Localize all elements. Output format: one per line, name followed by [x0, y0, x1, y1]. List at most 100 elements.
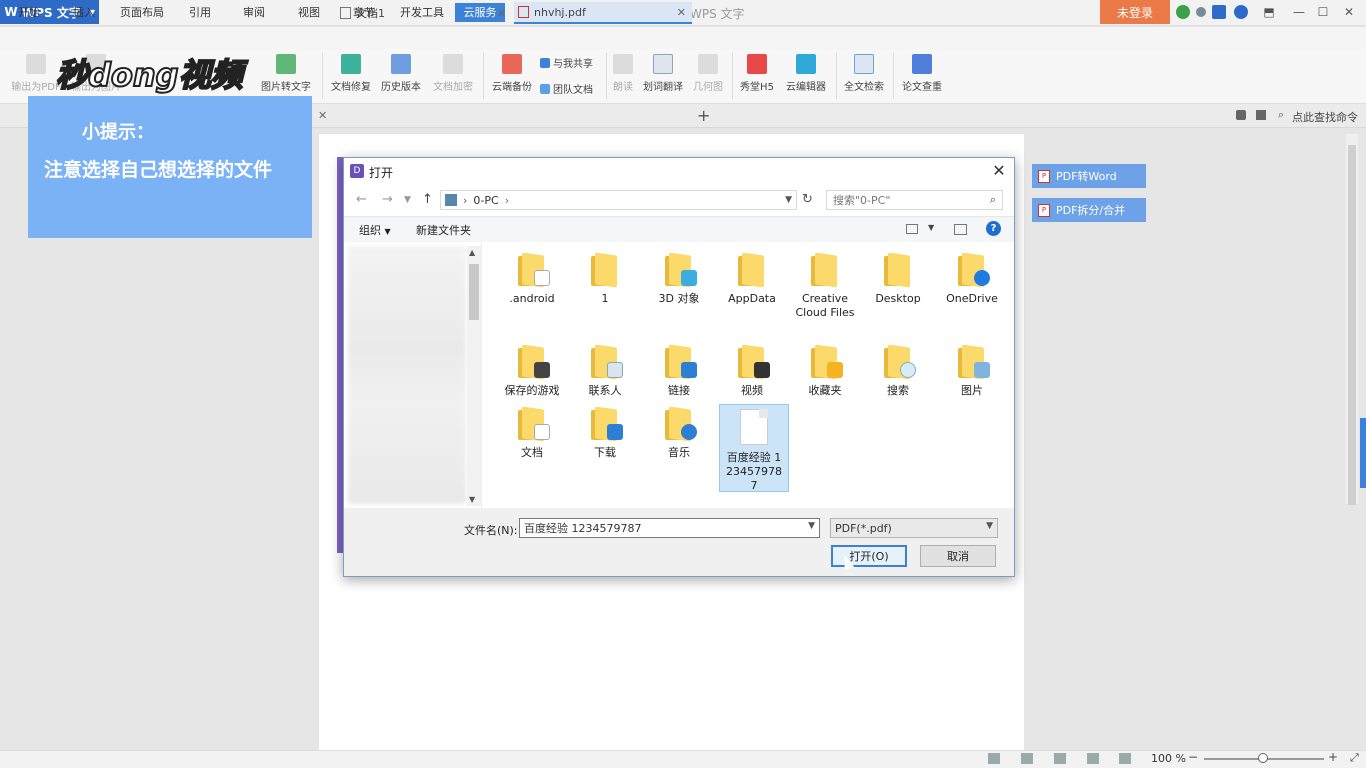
- page-view-icon[interactable]: [1021, 753, 1033, 764]
- folder-links[interactable]: 链接: [644, 344, 714, 398]
- folder-3d-objects[interactable]: 3D 对象: [644, 252, 714, 306]
- encrypt-button[interactable]: 文档加密: [430, 51, 476, 93]
- menu-review[interactable]: 审阅: [236, 3, 272, 22]
- folder-downloads[interactable]: 下载: [570, 406, 640, 460]
- image-to-text-button[interactable]: 图片转文字: [256, 51, 316, 93]
- close-tab-icon[interactable]: ✕: [677, 6, 686, 19]
- ribbon-separator: [893, 53, 894, 99]
- folder-saved-games[interactable]: 保存的游戏: [497, 344, 567, 398]
- file-baidu-jingyan[interactable]: 百度经验 1234579787: [719, 404, 789, 492]
- folder-1[interactable]: 1: [570, 252, 640, 306]
- view-dropdown-icon[interactable]: ▼: [928, 223, 934, 232]
- translate-button[interactable]: 划词翻译: [640, 51, 686, 93]
- ribbon-separator: [606, 53, 607, 99]
- search-input[interactable]: 搜索"0-PC" ⌕: [826, 190, 1003, 210]
- back-arrow-icon[interactable]: ←: [356, 192, 367, 207]
- zoom-in-icon[interactable]: +: [1328, 750, 1338, 764]
- close-tab-icon[interactable]: ✕: [318, 109, 327, 122]
- chevron-down-icon[interactable]: ▼: [808, 521, 815, 531]
- menu-layout[interactable]: 页面布局: [116, 3, 168, 22]
- refresh-icon[interactable]: ↻: [802, 192, 813, 207]
- folder-creative-cloud[interactable]: Creative Cloud Files: [790, 252, 860, 320]
- cloud-backup-button[interactable]: 云端备份: [488, 51, 536, 93]
- zoom-level[interactable]: 100 %: [1151, 752, 1186, 765]
- close-tab-icon[interactable]: ✕: [497, 7, 506, 20]
- cloud-sync-icon[interactable]: [1212, 5, 1226, 19]
- tab-document1[interactable]: 文档1 ✕: [336, 2, 512, 24]
- shared-with-me-button[interactable]: 与我共享: [540, 55, 593, 70]
- menu-insert[interactable]: 插入: [66, 3, 102, 22]
- pdf-to-word-button[interactable]: P PDF转Word: [1032, 164, 1146, 188]
- folder-favorites[interactable]: 收藏夹: [790, 344, 860, 398]
- folder-onedrive[interactable]: OneDrive: [937, 252, 1007, 306]
- history-button[interactable]: 历史版本: [378, 51, 424, 93]
- new-tab-button[interactable]: +: [697, 106, 710, 125]
- cloud-editor-button[interactable]: 云编辑器: [782, 51, 830, 93]
- favorites-star-icon: [807, 344, 843, 380]
- folder-icon: [734, 252, 770, 288]
- side-panel-handle[interactable]: [1360, 418, 1366, 488]
- menu-reference[interactable]: 引用: [182, 3, 218, 22]
- close-button[interactable]: ✕: [1336, 3, 1362, 21]
- fit-page-icon[interactable]: ⤢: [1350, 751, 1359, 765]
- filetype-select[interactable]: PDF(*.pdf) ▼: [830, 518, 998, 538]
- fulltext-search-button[interactable]: 全文检索: [840, 51, 888, 93]
- menu-start[interactable]: 开始: [10, 3, 48, 22]
- folder-android[interactable]: .android: [497, 252, 567, 306]
- cancel-button[interactable]: 取消: [920, 545, 996, 567]
- fullscreen-icon[interactable]: [988, 753, 1000, 764]
- help-icon[interactable]: [1234, 5, 1248, 19]
- address-bar[interactable]: › 0-PC › ▼: [440, 190, 797, 210]
- restore-ribbon-icon[interactable]: ⬒: [1256, 3, 1282, 21]
- doc-repair-button[interactable]: 文档修复: [328, 51, 374, 93]
- up-arrow-icon[interactable]: ↑: [422, 192, 433, 207]
- read-aloud-button[interactable]: 朗读: [610, 51, 636, 93]
- tab-pdf[interactable]: nhvhj.pdf ✕: [514, 2, 692, 24]
- scrollbar-thumb[interactable]: [469, 264, 479, 320]
- maximize-button[interactable]: ☐: [1310, 3, 1336, 21]
- new-folder-button[interactable]: 新建文件夹: [416, 222, 471, 238]
- folder-appdata[interactable]: AppData: [717, 252, 787, 306]
- navigation-pane[interactable]: ▲ ▼: [344, 242, 482, 508]
- minimize-button[interactable]: —: [1286, 3, 1312, 21]
- help-icon[interactable]: ?: [986, 221, 1001, 236]
- pdf-split-merge-button[interactable]: P PDF拆分/合并: [1032, 198, 1146, 222]
- folder-pictures[interactable]: 图片: [937, 344, 1007, 398]
- h5-button[interactable]: 秀堂H5: [736, 51, 778, 93]
- preview-pane-icon[interactable]: [954, 224, 967, 235]
- web-view-icon[interactable]: [1119, 753, 1131, 764]
- reading-view-icon[interactable]: [1087, 753, 1099, 764]
- forward-arrow-icon[interactable]: →: [382, 192, 393, 207]
- folder-contacts[interactable]: 联系人: [570, 344, 640, 398]
- zoom-slider-thumb[interactable]: [1258, 753, 1268, 763]
- find-command-input[interactable]: 点此查找命令: [1292, 109, 1358, 125]
- scroll-up-icon[interactable]: ▲: [469, 248, 475, 257]
- recent-chevron-icon[interactable]: ▼: [404, 195, 411, 205]
- folder-searches[interactable]: 搜索: [863, 344, 933, 398]
- dialog-close-icon[interactable]: ✕: [989, 161, 1009, 181]
- login-button[interactable]: 未登录: [1100, 0, 1170, 24]
- geometry-button[interactable]: 几何图: [690, 51, 726, 93]
- team-docs-button[interactable]: 团队文档: [540, 81, 593, 96]
- tab-list-icon[interactable]: [1236, 110, 1246, 120]
- folder-desktop[interactable]: Desktop: [863, 252, 933, 306]
- view-mode-icon[interactable]: [906, 224, 918, 234]
- settings-icon[interactable]: [1196, 7, 1206, 17]
- filename-input[interactable]: 百度经验 1234579787 ▼: [519, 518, 820, 538]
- tab-menu-icon[interactable]: [1256, 110, 1266, 120]
- folder-videos[interactable]: 视频: [717, 344, 787, 398]
- search-icon[interactable]: ⌕: [1278, 108, 1284, 122]
- pc-icon: [445, 194, 457, 206]
- menu-view[interactable]: 视图: [290, 3, 328, 22]
- folder-music[interactable]: 音乐: [644, 406, 714, 460]
- scroll-down-icon[interactable]: ▼: [469, 495, 475, 504]
- organize-button[interactable]: 组织 ▼: [359, 222, 391, 238]
- address-dropdown-icon[interactable]: ▼: [785, 195, 792, 205]
- folder-documents[interactable]: 文档: [497, 406, 567, 460]
- paper-check-button[interactable]: 论文查重: [898, 51, 946, 93]
- outline-view-icon[interactable]: [1054, 753, 1066, 764]
- scrollbar-thumb[interactable]: [1348, 145, 1356, 505]
- zoom-out-icon[interactable]: −: [1188, 750, 1198, 764]
- skin-icon[interactable]: [1176, 5, 1190, 19]
- navigation-scrollbar[interactable]: ▲ ▼: [467, 246, 481, 506]
